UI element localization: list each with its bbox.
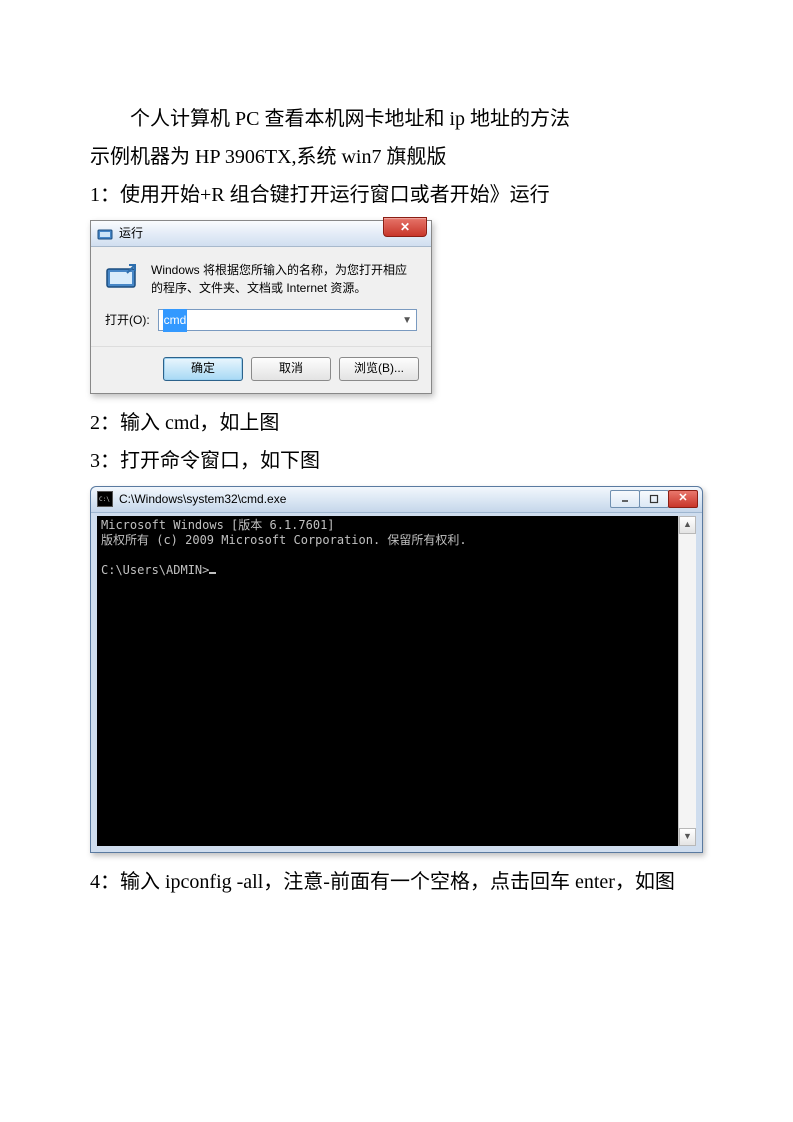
- scrollbar[interactable]: ▲ ▼: [678, 516, 696, 846]
- cmd-title-text: C:\Windows\system32\cmd.exe: [119, 488, 286, 511]
- run-dialog-title: 运行: [119, 222, 143, 245]
- ok-button[interactable]: 确定: [163, 357, 243, 381]
- close-button[interactable]: ✕: [668, 490, 698, 508]
- open-combobox[interactable]: cmd ▼: [158, 309, 417, 331]
- cmd-titlebar[interactable]: C:\Windows\system32\cmd.exe ✕: [91, 487, 702, 513]
- scroll-down-button[interactable]: ▼: [679, 828, 696, 846]
- run-dialog-buttons: 确定 取消 浏览(B)...: [91, 346, 431, 393]
- open-label: 打开(O):: [105, 309, 150, 332]
- scroll-track[interactable]: [679, 534, 696, 828]
- scroll-up-button[interactable]: ▲: [679, 516, 696, 534]
- step-2: 2：输入 cmd，如上图: [90, 404, 703, 442]
- step-4: 4：输入 ipconfig -all，注意-前面有一个空格，点击回车 enter…: [90, 863, 703, 901]
- browse-button[interactable]: 浏览(B)...: [339, 357, 419, 381]
- close-button[interactable]: ✕: [383, 217, 427, 237]
- cmd-line-2: 版权所有 (c) 2009 Microsoft Corporation. 保留所…: [101, 533, 467, 547]
- run-dialog-description: Windows 将根据您所输入的名称，为您打开相应的程序、文件夹、文档或 Int…: [151, 261, 417, 297]
- minimize-button[interactable]: [610, 490, 640, 508]
- step-1: 1：使用开始+R 组合键打开运行窗口或者开始》运行: [90, 176, 703, 214]
- cancel-button[interactable]: 取消: [251, 357, 331, 381]
- maximize-button[interactable]: [639, 490, 669, 508]
- open-input-value: cmd: [163, 309, 188, 332]
- doc-subtitle: 示例机器为 HP 3906TX,系统 win7 旗舰版: [90, 138, 703, 176]
- run-dialog: 运行 ✕ Windows 将根据您所输入的名称，为您打开相应的程序、文件夹、文档…: [90, 220, 432, 394]
- cmd-window: C:\Windows\system32\cmd.exe ✕ Microsoft …: [90, 486, 703, 853]
- step-3: 3：打开命令窗口，如下图: [90, 442, 703, 480]
- cmd-line-1: Microsoft Windows [版本 6.1.7601]: [101, 518, 335, 532]
- cmd-prompt: C:\Users\ADMIN>: [101, 563, 209, 577]
- doc-title: 个人计算机 PC 查看本机网卡地址和 ip 地址的方法: [90, 100, 703, 138]
- cmd-output[interactable]: Microsoft Windows [版本 6.1.7601] 版权所有 (c)…: [97, 516, 678, 846]
- cmd-icon: [97, 491, 113, 507]
- cmd-cursor: [209, 572, 216, 574]
- run-dialog-icon: [97, 226, 113, 242]
- run-dialog-titlebar[interactable]: 运行 ✕: [91, 221, 431, 247]
- chevron-down-icon[interactable]: ▼: [402, 311, 412, 330]
- run-body-icon: [105, 261, 139, 295]
